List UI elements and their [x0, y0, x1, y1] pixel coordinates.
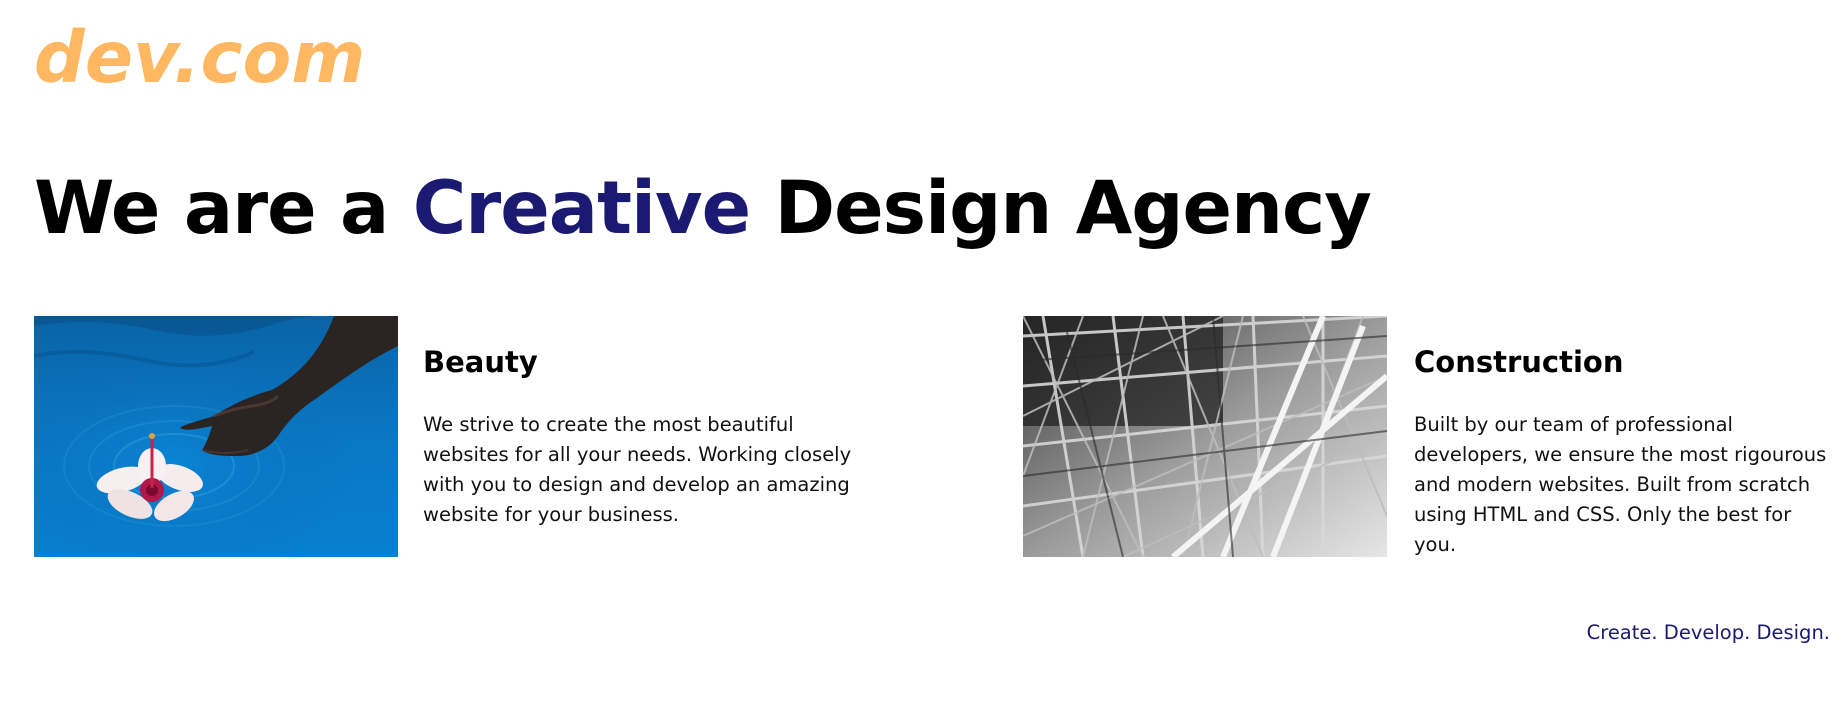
- site-logo[interactable]: dev.com: [34, 18, 365, 98]
- construction-image: [1023, 316, 1387, 557]
- footer-tagline: Create. Develop. Design.: [1586, 621, 1830, 644]
- headline-part-1: We are a: [34, 166, 413, 251]
- headline-part-2: Design Agency: [750, 166, 1372, 251]
- headline-accent-word: Creative: [412, 166, 751, 251]
- steel-structure-photo: [1023, 316, 1387, 557]
- card-title-beauty: Beauty: [423, 345, 538, 379]
- hand-flower-water-photo: [34, 316, 398, 557]
- card-text-construction: Built by our team of professional develo…: [1414, 413, 1827, 556]
- hero-headline: We are a Creative Design Agency: [34, 164, 1372, 254]
- card-text-beauty: We strive to create the most beautiful w…: [423, 413, 852, 526]
- card-title-construction: Construction: [1414, 345, 1624, 379]
- beauty-image: [34, 316, 398, 557]
